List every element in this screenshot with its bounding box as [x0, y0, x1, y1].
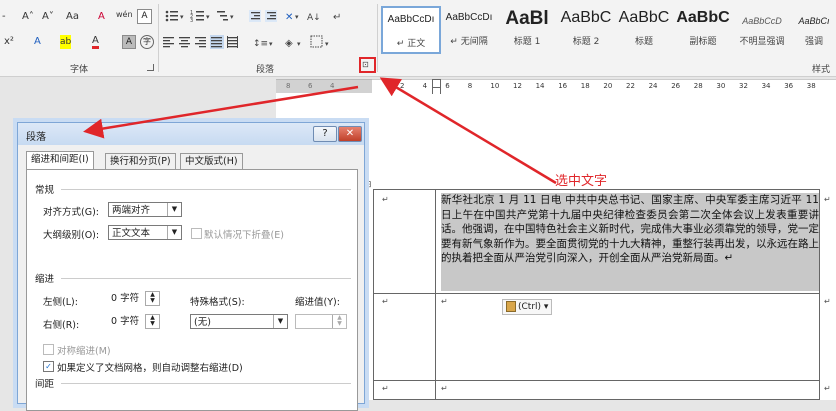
arrow-to-dialog [83, 85, 359, 139]
annotation-label: 选中文字 [555, 174, 608, 189]
annotation-arrows [83, 77, 557, 185]
arrow-to-launcher [379, 77, 557, 185]
